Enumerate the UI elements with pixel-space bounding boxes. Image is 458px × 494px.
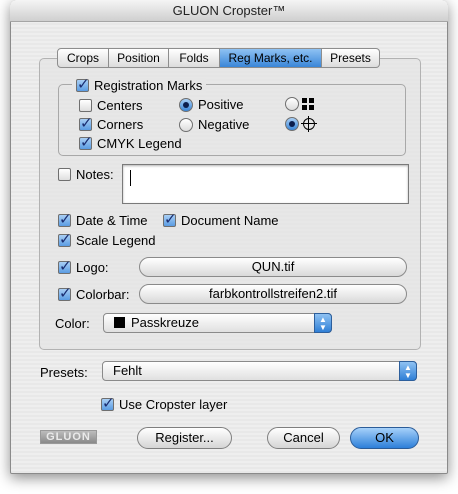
corners-checkbox[interactable] bbox=[79, 114, 93, 132]
cmyk-legend-checkbox[interactable] bbox=[79, 133, 93, 151]
cmyk-legend-row: CMYK Legend bbox=[79, 133, 182, 151]
colorbar-file-button[interactable]: farbkontrollstreifen2.tif bbox=[139, 284, 407, 304]
notes-checkbox[interactable] bbox=[58, 168, 71, 181]
centers-row: Centers bbox=[79, 98, 143, 113]
tab-bar: Crops Position Folds Reg Marks, etc. Pre… bbox=[57, 48, 380, 68]
corners-row: Corners bbox=[79, 114, 144, 132]
title-bar[interactable]: GLUON Cropster™ bbox=[10, 0, 448, 22]
colorbar-label: Colorbar: bbox=[76, 287, 130, 302]
negative-radio[interactable] bbox=[179, 117, 193, 132]
popup-arrows-icon: ▲ ▼ bbox=[314, 313, 332, 333]
window-title: GLUON Cropster™ bbox=[172, 3, 286, 18]
document-name-row: Document Name bbox=[163, 210, 279, 228]
mark-style-grid-row bbox=[285, 97, 314, 111]
gluon-logo: GLUON bbox=[40, 430, 97, 444]
notes-value bbox=[123, 165, 408, 171]
mark-style-target-radio[interactable] bbox=[285, 117, 299, 131]
logo-file-button[interactable]: QUN.tif bbox=[139, 257, 407, 277]
negative-label: Negative bbox=[198, 117, 250, 132]
scale-legend-label: Scale Legend bbox=[76, 233, 156, 248]
use-layer-checkbox[interactable] bbox=[101, 394, 115, 412]
grid-mark-icon bbox=[302, 98, 314, 110]
logo-row: Logo: bbox=[58, 257, 109, 275]
tab-crops[interactable]: Crops bbox=[57, 48, 109, 68]
tab-reg-marks[interactable]: Reg Marks, etc. bbox=[220, 48, 322, 68]
colorbar-row: Colorbar: bbox=[58, 284, 130, 302]
date-time-row: Date & Time bbox=[58, 210, 148, 228]
mark-style-grid-radio[interactable] bbox=[285, 97, 299, 111]
mark-style-target-row bbox=[285, 116, 317, 132]
tab-position[interactable]: Position bbox=[109, 48, 169, 68]
presets-label: Presets: bbox=[40, 365, 88, 380]
presets-value: Fehlt bbox=[113, 363, 142, 378]
notes-row: Notes: bbox=[58, 167, 114, 182]
scale-legend-checkbox[interactable] bbox=[58, 230, 72, 248]
date-time-checkbox[interactable] bbox=[58, 210, 72, 228]
tab-folds[interactable]: Folds bbox=[169, 48, 220, 68]
logo-label: Logo: bbox=[76, 260, 109, 275]
use-layer-label: Use Cropster layer bbox=[119, 397, 228, 412]
registration-marks-checkbox[interactable] bbox=[76, 75, 90, 93]
scale-legend-row: Scale Legend bbox=[58, 230, 156, 248]
corners-label: Corners bbox=[97, 117, 144, 132]
negative-row: Negative bbox=[179, 117, 249, 132]
cmyk-legend-label: CMYK Legend bbox=[97, 136, 182, 151]
notes-label: Notes: bbox=[76, 167, 114, 182]
registration-marks-row: Registration Marks bbox=[72, 75, 207, 93]
register-button[interactable]: Register... bbox=[137, 427, 232, 449]
text-cursor bbox=[130, 170, 131, 186]
positive-label: Positive bbox=[198, 97, 244, 112]
centers-checkbox[interactable] bbox=[79, 99, 92, 112]
centers-label: Centers bbox=[97, 98, 143, 113]
color-label: Color: bbox=[55, 316, 90, 331]
date-time-label: Date & Time bbox=[76, 213, 148, 228]
notes-field[interactable] bbox=[122, 164, 409, 204]
document-name-checkbox[interactable] bbox=[163, 210, 177, 228]
colorbar-checkbox[interactable] bbox=[58, 284, 72, 302]
presets-popup[interactable]: Fehlt ▲ ▼ bbox=[102, 361, 417, 381]
cancel-button[interactable]: Cancel bbox=[267, 427, 340, 449]
ok-button[interactable]: OK bbox=[350, 427, 419, 449]
color-value: Passkreuze bbox=[131, 315, 199, 330]
positive-radio[interactable] bbox=[179, 97, 193, 112]
logo-checkbox[interactable] bbox=[58, 257, 72, 275]
use-layer-row: Use Cropster layer bbox=[101, 394, 228, 412]
crosshair-mark-icon bbox=[301, 116, 317, 132]
registration-marks-label: Registration Marks bbox=[94, 78, 203, 93]
color-swatch bbox=[114, 317, 125, 328]
popup-arrows-icon: ▲ ▼ bbox=[399, 361, 417, 381]
document-name-label: Document Name bbox=[181, 213, 279, 228]
positive-row: Positive bbox=[179, 97, 244, 112]
tab-presets[interactable]: Presets bbox=[322, 48, 380, 68]
color-popup[interactable]: Passkreuze ▲ ▼ bbox=[103, 313, 332, 333]
